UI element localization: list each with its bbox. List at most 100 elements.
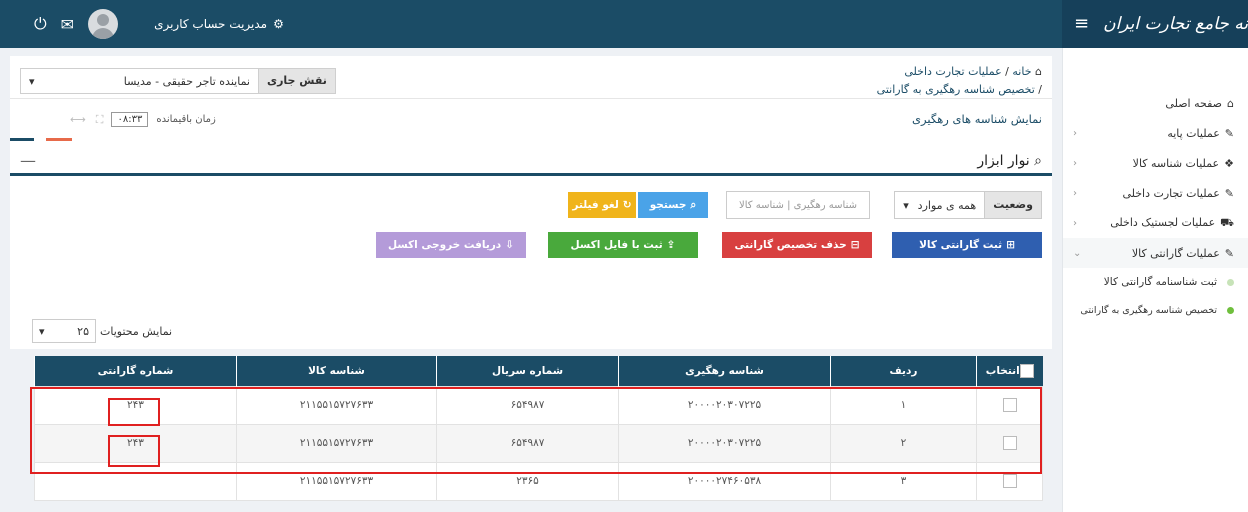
- envelope-icon[interactable]: ✉: [61, 15, 74, 34]
- caret-down-icon: ▾: [29, 74, 35, 88]
- header-product-id: شناسه کالا: [236, 356, 437, 386]
- breadcrumb: ⌂ خانه / عملیات تجارت داخلی / تخصیص شناس…: [876, 65, 1042, 96]
- sidebar-item-logistics[interactable]: ⛟ عملیات لجستیک داخلی ‹: [1063, 208, 1248, 238]
- search-button-label: جستجو: [649, 199, 687, 211]
- sidebar-item-home[interactable]: ⌂ صفحه اصلی: [1063, 88, 1248, 118]
- excel-import-button[interactable]: ⇪ ثبت با فایل اکسل: [548, 232, 698, 258]
- topbar-user-area: ⚙ مدیریت حساب کاربری ✉ ⏻: [0, 0, 300, 48]
- edit-icon: ✎: [1224, 246, 1234, 260]
- sidebar-item-label: عملیات پایه: [1167, 126, 1220, 140]
- chevron-left-icon: ‹: [1073, 157, 1077, 169]
- panel-tools: ⛶ ⟷: [70, 113, 103, 127]
- edit-icon: ✎: [1224, 186, 1234, 200]
- home-icon: ⌂: [1035, 65, 1042, 78]
- table-header-row: انتخاب ردیف شناسه رهگیری شماره سریال شنا…: [34, 356, 1043, 386]
- user-account-label: مدیریت حساب کاربری: [154, 17, 268, 31]
- breadcrumb-domestic-trade[interactable]: عملیات تجارت داخلی: [904, 65, 1001, 78]
- sidebar-subitem-label: تخصیص شناسه رهگیری به گارانتی: [1080, 304, 1217, 316]
- power-icon[interactable]: ⏻: [34, 14, 47, 34]
- delete-assignment-label: حذف تخصیص گارانتی: [734, 239, 847, 251]
- sidebar-item-basic-ops[interactable]: ✎ عملیات پایه ‹: [1063, 118, 1248, 148]
- header-row-number: ردیف: [830, 356, 977, 386]
- status-label: وضعیت: [984, 191, 1042, 219]
- search-button[interactable]: ⌕ جستجو: [638, 192, 708, 218]
- chevron-down-icon: ⌄: [1073, 247, 1082, 259]
- header-select[interactable]: انتخاب: [976, 356, 1043, 386]
- gears-icon: ⚙: [273, 17, 284, 31]
- status-select[interactable]: همه ی موارد ▾: [894, 191, 985, 219]
- upload-icon: ⇪: [666, 239, 676, 251]
- bullet-icon: [1227, 306, 1234, 314]
- search-input[interactable]: شناسه رهگیری | شناسه کالا: [726, 191, 870, 219]
- clear-filter-button[interactable]: ↻ لغو فیلتر: [568, 192, 636, 218]
- sidebar-item-label: عملیات گارانتی کالا: [1131, 246, 1220, 260]
- breadcrumb-current: تخصیص شناسه رهگیری به گارانتی: [876, 83, 1035, 96]
- sidebar-subitem-warranty-register[interactable]: ثبت شناسنامه گارانتی کالا: [1063, 268, 1248, 296]
- edit-icon: ✎: [1224, 126, 1234, 140]
- hamburger-menu-icon[interactable]: ≡: [1074, 15, 1089, 33]
- page-size-label: نمایش محتویات: [100, 324, 173, 338]
- brand-title[interactable]: سامانه جامع تجارت ایران: [1103, 14, 1248, 34]
- status-value: همه ی موارد: [917, 198, 977, 212]
- divider: [10, 98, 1052, 99]
- sidebar-item-label: عملیات تجارت داخلی: [1122, 186, 1220, 200]
- sidebar-item-label: عملیات لجستیک داخلی: [1110, 215, 1216, 229]
- chevron-left-icon: ‹: [1073, 187, 1077, 199]
- brand-area: سامانه جامع تجارت ایران ≡: [1062, 0, 1248, 48]
- sidebar-item-warranty[interactable]: ✎ عملیات گارانتی کالا ⌄: [1063, 238, 1248, 268]
- cubes-icon: ❖: [1224, 156, 1234, 170]
- toolbar-title-text: نوار ابزار: [977, 152, 1030, 169]
- download-icon: ⇩: [505, 239, 515, 251]
- sidebar-subitem-label: ثبت شناسنامه گارانتی کالا: [1103, 276, 1217, 288]
- breadcrumb-home[interactable]: خانه: [1012, 65, 1031, 78]
- header-panel: ⌂ خانه / عملیات تجارت داخلی / تخصیص شناس…: [10, 56, 1052, 150]
- page-size-select[interactable]: ۲۵ ▾: [32, 319, 96, 343]
- role-label: نقش جاری: [258, 68, 336, 94]
- role-selector: نقش جاری نماینده تاجر حقیقی - مدیسا ▾: [20, 68, 336, 94]
- collapse-icon[interactable]: ⟷: [70, 113, 86, 127]
- avatar[interactable]: [88, 9, 119, 39]
- toolbar-title: ⌕ نوار ابزار: [977, 153, 1042, 169]
- excel-import-label: ثبت با فایل اکسل: [570, 239, 663, 251]
- excel-export-label: دریافت خروجی اکسل: [388, 239, 502, 251]
- register-warranty-button[interactable]: ⊞ ثبت گارانتی کالا: [892, 232, 1042, 258]
- user-account-menu[interactable]: ⚙ مدیریت حساب کاربری: [154, 17, 284, 31]
- truck-icon: ⛟: [1220, 215, 1234, 229]
- role-select[interactable]: نماینده تاجر حقیقی - مدیسا ▾: [20, 68, 258, 94]
- sidebar-item-product-id-ops[interactable]: ❖ عملیات شناسه کالا ‹: [1063, 148, 1248, 178]
- toolbar-header: ⌕ نوار ابزار —: [10, 148, 1052, 176]
- role-value: نماینده تاجر حقیقی - مدیسا: [123, 74, 250, 88]
- delete-assignment-button[interactable]: ⊟ حذف تخصیص گارانتی: [722, 232, 872, 258]
- time-value: ۰۸:۳۳: [111, 112, 149, 127]
- sidebar-subitem-assign-tracking[interactable]: تخصیص شناسه رهگیری به گارانتی: [1063, 296, 1248, 324]
- home-icon: ⌂: [1227, 96, 1234, 110]
- sidebar: ⌂ صفحه اصلی ✎ عملیات پایه ‹ ❖ عملیات شناسه …: [1062, 48, 1248, 512]
- sidebar-item-label: صفحه اصلی: [1165, 96, 1223, 110]
- row-checkbox[interactable]: [1002, 474, 1017, 488]
- header-warranty-number: شماره گارانتی: [34, 356, 237, 386]
- page-size-control: نمایش محتویات ۲۵ ▾: [10, 313, 1052, 349]
- caret-down-icon: ▾: [39, 324, 45, 338]
- refresh-icon: ↻: [622, 199, 632, 211]
- status-filter: وضعیت همه ی موارد ▾: [894, 191, 1042, 219]
- excel-export-button[interactable]: ⇩ دریافت خروجی اکسل: [376, 232, 526, 258]
- minimize-icon[interactable]: —: [20, 151, 36, 170]
- session-timer: زمان باقیمانده ۰۸:۳۳ ⛶ ⟷: [20, 112, 216, 127]
- chevron-left-icon: ‹: [1073, 217, 1077, 229]
- clear-filter-label: لغو فیلتر: [572, 199, 619, 211]
- select-all-checkbox[interactable]: [1019, 363, 1034, 378]
- register-warranty-label: ثبت گارانتی کالا: [919, 239, 1003, 251]
- search-icon: ⌕: [1029, 152, 1042, 169]
- toolbar-panel: ⌕ نوار ابزار — وضعیت همه ی موارد ▾ شناسه…: [10, 148, 1052, 313]
- sidebar-item-domestic-trade[interactable]: ✎ عملیات تجارت داخلی ‹: [1063, 178, 1248, 208]
- header-serial-number: شماره سریال: [436, 356, 619, 386]
- tab-underline: [46, 138, 72, 141]
- highlight-rows-box: [30, 387, 1042, 474]
- highlight-warranty-cell: [108, 435, 160, 467]
- plus-square-icon: ⊞: [1006, 239, 1015, 251]
- fullscreen-icon[interactable]: ⛶: [96, 113, 104, 127]
- minus-square-icon: ⊟: [850, 239, 860, 251]
- sidebar-item-label: عملیات شناسه کالا: [1132, 156, 1220, 170]
- search-icon: ⌕: [690, 198, 697, 211]
- caret-down-icon: ▾: [903, 198, 909, 212]
